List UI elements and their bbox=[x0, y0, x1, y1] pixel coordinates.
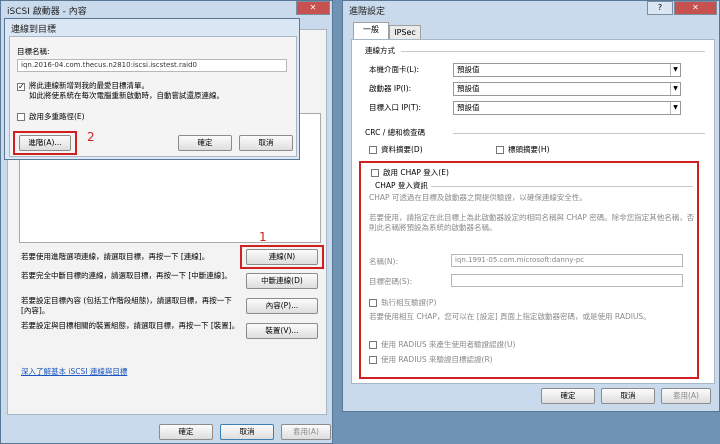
dialog-cancel-button[interactable]: 取消 bbox=[239, 135, 293, 151]
help-button[interactable]: ? bbox=[647, 1, 673, 15]
local-adapter-value: 預設值 bbox=[457, 65, 480, 74]
highlight-connect bbox=[240, 245, 324, 269]
connect-using-header: 連線方式 bbox=[365, 46, 395, 55]
devices-button[interactable]: 裝置(V)... bbox=[246, 323, 318, 339]
crc-header: CRC / 總和檢查碼 bbox=[365, 128, 426, 137]
properties-instruction: 若要設定目標內容 (包括工作階段組態)，請選取目標，再按一下 [內容]。 bbox=[21, 296, 232, 315]
tab-general[interactable]: 一般 bbox=[353, 22, 389, 39]
connect-instruction: 若要使用進階選項連線，請選取目標，再按一下 [連線]。 bbox=[21, 252, 210, 261]
add-favorites-checkbox[interactable]: ✓ bbox=[17, 83, 25, 91]
chevron-down-icon: ▼ bbox=[670, 102, 680, 114]
chevron-down-icon: ▼ bbox=[670, 64, 680, 76]
advanced-close-button[interactable]: ✕ bbox=[674, 1, 717, 15]
advanced-apply-button[interactable]: 套用(A) bbox=[661, 388, 711, 404]
dialog-title: 連線到目標 bbox=[11, 25, 57, 35]
target-name-label: 目標名稱: bbox=[17, 47, 50, 56]
local-adapter-label: 本機介面卡(L): bbox=[369, 65, 420, 74]
disconnect-button[interactable]: 中斷連線(D) bbox=[246, 273, 318, 289]
disconnect-instruction: 若要完全中斷目標的連線，請選取目標，再按一下 [中斷連線]。 bbox=[21, 271, 232, 280]
multipath-label: 啟用多重路徑(E) bbox=[29, 112, 85, 121]
dialog-ok-button[interactable]: 確定 bbox=[178, 135, 232, 151]
tab-ipsec[interactable]: IPSec bbox=[389, 25, 421, 40]
header-digest-checkbox[interactable] bbox=[496, 146, 504, 154]
advanced-ok-button[interactable]: 確定 bbox=[541, 388, 595, 404]
devices-instruction: 若要設定與目標相關的裝置組態，請選取目標，再按一下 [裝置]。 bbox=[21, 321, 240, 330]
crc-divider bbox=[453, 133, 705, 134]
highlight-advanced bbox=[13, 131, 77, 155]
annotation-1: 1 bbox=[259, 230, 267, 244]
local-adapter-select[interactable]: 預設值 ▼ bbox=[453, 63, 681, 77]
connect-using-divider bbox=[401, 51, 705, 52]
ok-button[interactable]: 確定 bbox=[159, 424, 213, 440]
advanced-settings-window: 進階設定 ? ✕ 一般 IPSec 連線方式 本機介面卡(L): 預設值 ▼ 啟動… bbox=[342, 0, 720, 412]
target-name-field[interactable]: iqn.2016-04.com.thecus.n2810:iscsi.iscst… bbox=[17, 59, 287, 72]
highlight-chap-section bbox=[359, 161, 699, 379]
chevron-down-icon: ▼ bbox=[670, 83, 680, 95]
properties-button[interactable]: 內容(P)... bbox=[246, 298, 318, 314]
window-title: iSCSI 啟動器 - 內容 bbox=[7, 7, 87, 17]
annotation-2: 2 bbox=[87, 130, 95, 144]
close-button[interactable]: ✕ bbox=[296, 1, 330, 15]
initiator-ip-select[interactable]: 預設值 ▼ bbox=[453, 82, 681, 96]
advanced-cancel-button[interactable]: 取消 bbox=[601, 388, 655, 404]
data-digest-label: 資料摘要(D) bbox=[381, 145, 423, 154]
initiator-ip-label: 啟動器 IP(I): bbox=[369, 84, 412, 93]
advanced-title: 進階設定 bbox=[349, 7, 386, 17]
initiator-ip-value: 預設值 bbox=[457, 84, 480, 93]
apply-button[interactable]: 套用(A) bbox=[281, 424, 331, 440]
multipath-checkbox[interactable] bbox=[17, 113, 25, 121]
cancel-button[interactable]: 取消 bbox=[220, 424, 274, 440]
data-digest-checkbox[interactable] bbox=[369, 146, 377, 154]
target-portal-value: 預設值 bbox=[457, 103, 480, 112]
learn-more-link[interactable]: 深入了解基本 iSCSI 連線與目標 bbox=[21, 367, 127, 377]
connect-to-target-dialog: 連線到目標 目標名稱: iqn.2016-04.com.thecus.n2810… bbox=[4, 18, 300, 160]
add-favorites-label: 將此連線新增到我的最愛目標清單。 如此將使系統在每次電腦重新啟動時，自動嘗試還原… bbox=[29, 81, 224, 100]
target-portal-label: 目標入口 IP(T): bbox=[369, 103, 422, 112]
header-digest-label: 標頭摘要(H) bbox=[508, 145, 550, 154]
target-portal-select[interactable]: 預設值 ▼ bbox=[453, 101, 681, 115]
